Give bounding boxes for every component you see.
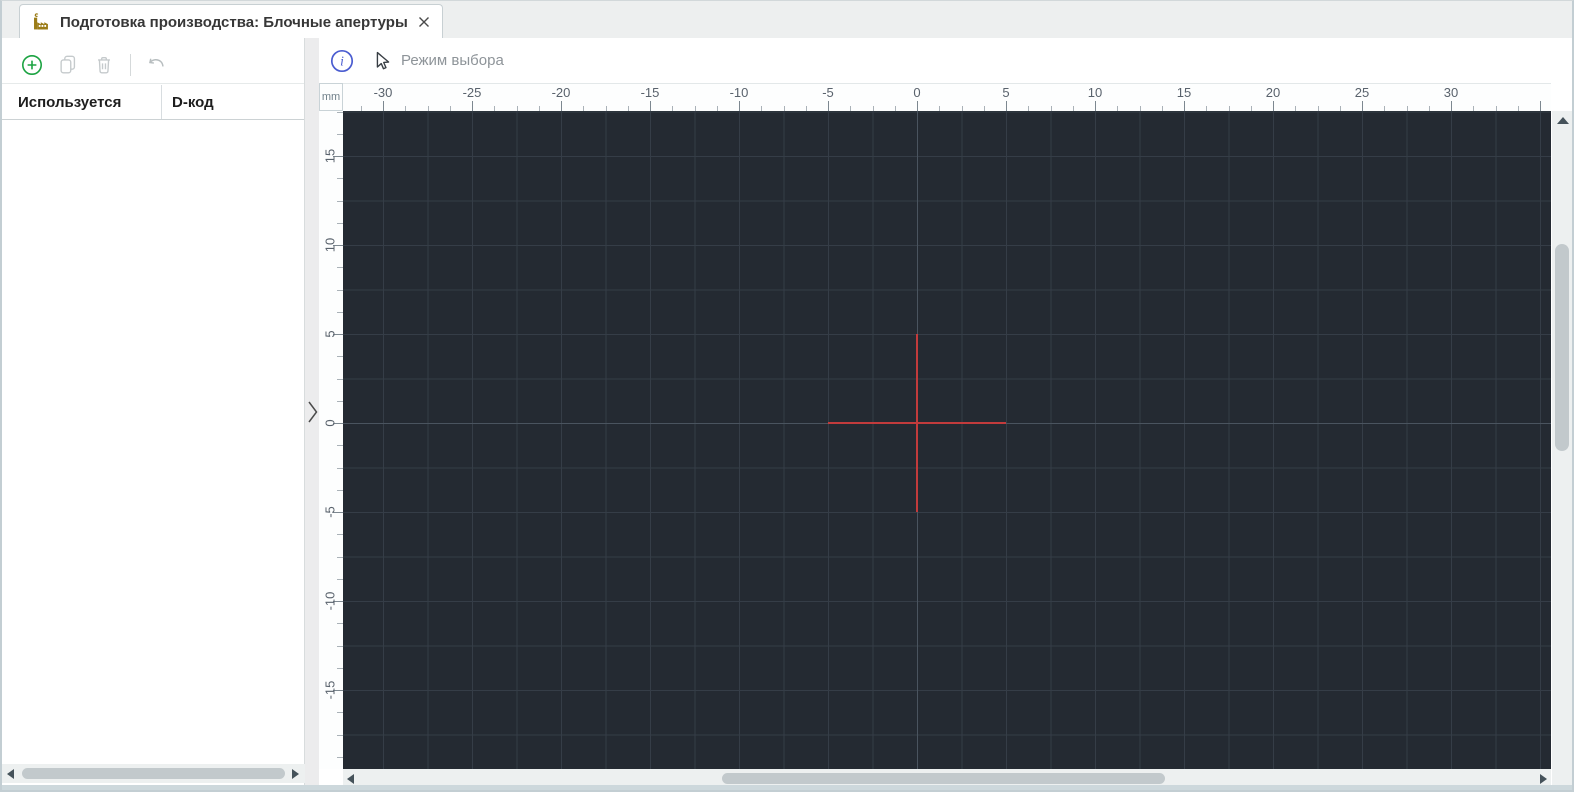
scroll-left-arrow-icon[interactable] [7,769,14,779]
v-ruler-label: -5 [322,506,338,518]
h-ruler-label: 10 [1087,85,1103,100]
h-ruler-label: -25 [462,85,482,100]
undo-icon [149,58,164,67]
h-ruler-label: -30 [373,85,393,100]
tab-production-preparation[interactable]: Подготовка производства: Блочные апертур… [19,4,443,39]
trash-icon [98,56,110,73]
h-ruler-label: -5 [822,85,834,100]
window-bottom-edge [2,785,1572,790]
svg-text:i: i [340,53,344,68]
plus-circle-icon [22,54,42,75]
selection-mode-label: Режим выбора [401,52,504,69]
h-ruler-label: -10 [729,85,749,100]
ruler-unit-box: mm [319,83,343,111]
h-ruler-label: 30 [1443,85,1459,100]
h-ruler-label: 5 [1002,85,1010,100]
vertical-ruler: -15 -10 -5 0 5 10 15 [319,111,343,769]
v-ruler-label: 15 [322,148,338,164]
copy-aperture-button[interactable] [56,53,80,77]
h-ruler-label: 0 [913,85,921,100]
canvas-toolbar: i Режим выбора [319,38,1572,83]
v-ruler-label: 5 [322,330,338,338]
canvas-vertical-scrollbar[interactable] [1552,111,1572,788]
v-ruler-label: -15 [322,680,338,700]
design-canvas[interactable] [343,111,1551,769]
tab-title: Подготовка производства: Блочные апертур… [60,13,408,31]
scroll-up-arrow-icon[interactable] [1557,117,1569,124]
delete-aperture-button[interactable] [92,53,116,77]
apertures-table-header: Используется D-код [2,85,304,120]
apertures-panel: Используется D-код [2,38,305,788]
column-header-dcode: D-код [172,93,214,111]
app-window: Подготовка производства: Блочные апертур… [0,0,1574,792]
v-ruler-label: 0 [322,419,338,427]
h-ruler-label: -15 [640,85,660,100]
info-icon: i [330,49,354,72]
h-ruler-label: 15 [1176,85,1192,100]
cursor-icon [376,51,390,69]
scrollbar-thumb[interactable] [22,768,285,779]
tab-bar: Подготовка производства: Блочные апертур… [2,1,1572,39]
apertures-horizontal-scrollbar[interactable] [2,764,305,783]
apertures-toolbar [2,46,304,84]
h-ruler-label: 25 [1354,85,1370,100]
selection-mode-button[interactable] [369,48,395,74]
undo-button[interactable] [145,53,169,77]
toolbar-separator [130,53,131,76]
close-icon[interactable] [417,13,432,31]
h-ruler-label: -20 [551,85,571,100]
info-button[interactable]: i [329,48,355,74]
origin-crosshair-vertical [916,334,918,512]
v-ruler-label: -10 [322,591,338,611]
copy-icon [60,55,76,73]
h-ruler-label: 20 [1265,85,1281,100]
factory-icon [30,11,51,33]
chevron-right-icon [308,401,318,423]
apertures-table-body[interactable] [2,120,304,764]
horizontal-ruler: -30 -25 -20 -15 -10 -5 0 5 10 15 20 25 30 [343,83,1551,112]
add-aperture-button[interactable] [20,53,44,77]
column-header-used: Используется [2,85,162,119]
scroll-right-arrow-icon[interactable] [292,769,299,779]
scrollbar-thumb[interactable] [722,773,1165,784]
scroll-left-arrow-icon[interactable] [347,774,354,784]
scrollbar-thumb[interactable] [1555,244,1569,451]
panel-splitter[interactable] [305,38,319,788]
v-ruler-label: 10 [322,237,338,253]
scroll-right-arrow-icon[interactable] [1540,774,1547,784]
